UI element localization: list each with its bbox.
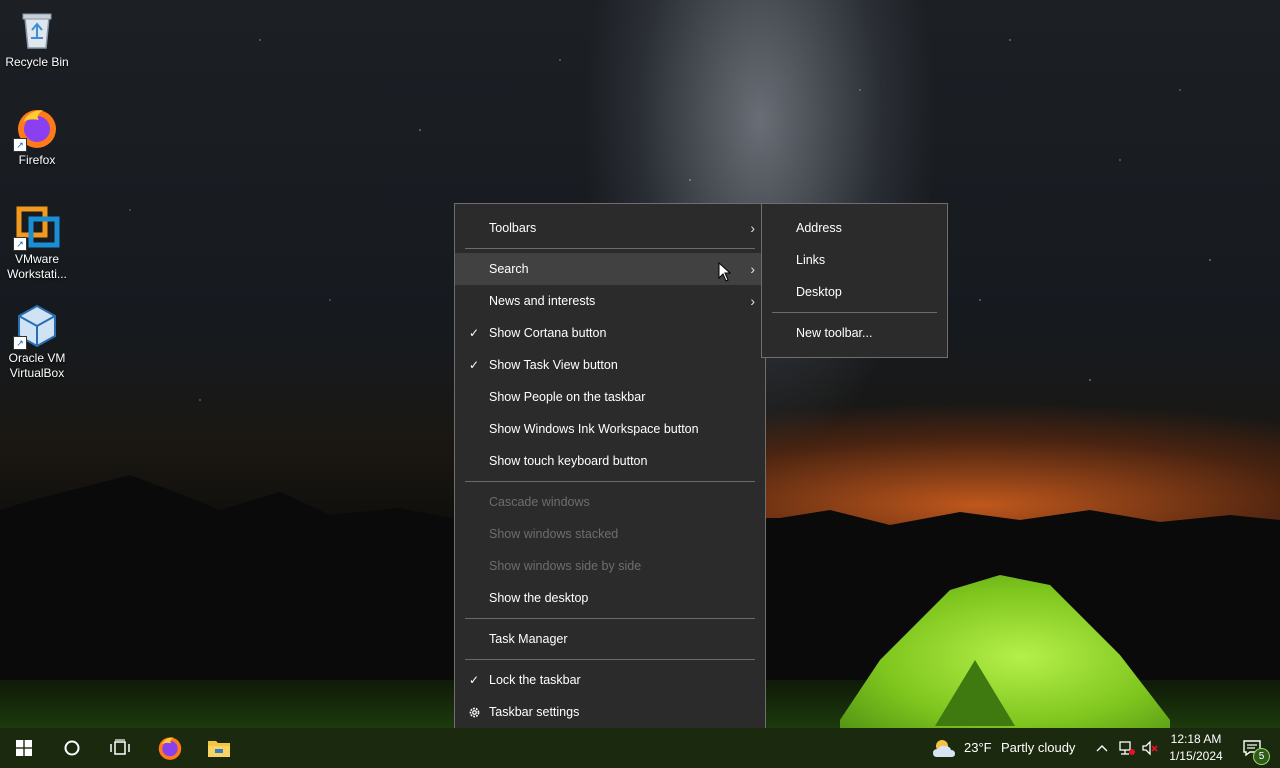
menu-item-label: Show touch keyboard button [489,454,648,468]
firefox-icon: ↗ [13,106,59,152]
menu-item-label: Address [796,221,842,235]
submenu-item-desktop[interactable]: Desktop [762,276,947,308]
chevron-right-icon: › [750,293,755,309]
network-disconnected-icon [1119,741,1135,755]
recycle-bin-icon [15,8,59,52]
checkmark-icon: ✓ [468,358,480,372]
volume-control[interactable] [1138,728,1162,768]
menu-separator [465,618,755,619]
menu-item-label: Taskbar settings [489,705,580,719]
vmware-icon: ↗ [13,205,60,251]
folder-icon [208,741,230,757]
menu-item-label: Show Windows Ink Workspace button [489,422,699,436]
desktop-icon-recycle-bin[interactable]: Recycle Bin [0,8,74,70]
task-view-button[interactable] [96,728,144,768]
weather-widget[interactable] [928,728,960,768]
desktop-icon-label: VirtualBox [9,366,65,380]
menu-item-label: Show windows side by side [489,559,642,573]
chevron-up-icon [1096,745,1108,752]
menu-item-lock-the-taskbar[interactable]: ✓ Lock the taskbar [455,664,765,696]
shortcut-arrow-icon: ↗ [13,336,27,350]
chevron-right-icon: › [750,261,755,277]
menu-item-label: Cascade windows [489,495,590,509]
menu-item-label: Toolbars [489,221,537,235]
chevron-right-icon: › [750,220,755,236]
network-status[interactable] [1114,728,1138,768]
weather-description[interactable]: Partly cloudy [1001,728,1075,768]
menu-item-label: Show Cortana button [489,326,607,340]
menu-item-news-and-interests[interactable]: News and interests › [455,285,765,317]
desktop-icon-virtualbox[interactable]: ↗ Oracle VM VirtualBox [0,304,74,381]
cortana-circle-icon [64,740,80,756]
notification-count-badge: 5 [1253,748,1270,765]
menu-item-show-windows-stacked: Show windows stacked [455,518,765,550]
submenu-item-new-toolbar[interactable]: New toolbar... [762,317,947,349]
checkmark-icon: ✓ [468,326,480,340]
desktop-icon-label: Recycle Bin [5,55,69,69]
menu-item-show-windows-side-by-side: Show windows side by side [455,550,765,582]
menu-separator [772,312,937,313]
cortana-button[interactable] [48,728,96,768]
windows-logo-icon [16,740,32,756]
volume-muted-icon [1142,740,1158,756]
taskbar-firefox[interactable] [146,728,194,768]
menu-item-label: Task Manager [489,632,568,646]
menu-item-show-touch-keyboard[interactable]: Show touch keyboard button [455,445,765,477]
submenu-item-links[interactable]: Links [762,244,947,276]
taskbar-file-explorer[interactable] [195,728,243,768]
menu-item-label: Desktop [796,285,842,299]
menu-item-show-people[interactable]: Show People on the taskbar [455,381,765,413]
menu-item-taskbar-settings[interactable]: Taskbar settings [455,696,765,728]
menu-item-show-task-view-button[interactable]: ✓ Show Task View button [455,349,765,381]
menu-item-label: Links [796,253,826,267]
toolbars-submenu: Address Links Desktop New toolbar... [761,203,948,358]
menu-separator [465,481,755,482]
taskbar: 23°F Partly cloudy 12:18 AM 1/15/2024 5 [0,728,1280,768]
system-clock[interactable]: 12:18 AM 1/15/2024 [1163,731,1229,765]
menu-item-show-the-desktop[interactable]: Show the desktop [455,582,765,614]
virtualbox-icon: ↗ [13,304,59,350]
mouse-cursor-icon [718,262,732,282]
shortcut-arrow-icon: ↗ [13,237,27,251]
gear-icon [467,696,481,728]
submenu-item-address[interactable]: Address [762,212,947,244]
menu-item-toolbars[interactable]: Toolbars › [455,212,765,244]
menu-item-cascade-windows: Cascade windows [455,486,765,518]
clock-date: 1/15/2024 [1169,749,1223,763]
menu-item-label: Show People on the taskbar [489,390,646,404]
menu-separator [465,659,755,660]
menu-item-label: New toolbar... [796,326,873,340]
desktop-icon-label: VMware [14,252,59,266]
weather-temperature[interactable]: 23°F [964,728,992,768]
menu-item-label: Show the desktop [489,591,589,605]
desktop-icon-label: Oracle VM [8,351,66,365]
clock-time: 12:18 AM [1170,732,1222,746]
taskbar-context-menu: Toolbars › Search › News and interests ›… [454,203,766,736]
checkmark-icon: ✓ [468,673,480,687]
desktop-icon-firefox[interactable]: ↗ Firefox [0,106,74,168]
menu-separator [465,248,755,249]
menu-item-label: News and interests [489,294,596,308]
desktop-icon-vmware[interactable]: ↗ VMware Workstati... [0,205,74,282]
firefox-icon [158,737,182,760]
menu-item-label: Show windows stacked [489,527,619,541]
menu-item-show-windows-ink[interactable]: Show Windows Ink Workspace button [455,413,765,445]
action-center-button[interactable]: 5 [1232,728,1272,768]
show-hidden-icons-button[interactable] [1090,728,1114,768]
menu-item-label: Search [489,262,529,276]
menu-item-label: Show Task View button [489,358,618,372]
menu-item-show-cortana-button[interactable]: ✓ Show Cortana button [455,317,765,349]
menu-item-task-manager[interactable]: Task Manager [455,623,765,655]
shortcut-arrow-icon: ↗ [13,138,27,152]
start-button[interactable] [0,728,48,768]
partly-cloudy-icon [933,740,955,757]
desktop-icon-label: Workstati... [7,267,67,281]
task-view-icon [110,739,130,755]
desktop-icon-label: Firefox [18,153,56,167]
menu-item-label: Lock the taskbar [489,673,581,687]
